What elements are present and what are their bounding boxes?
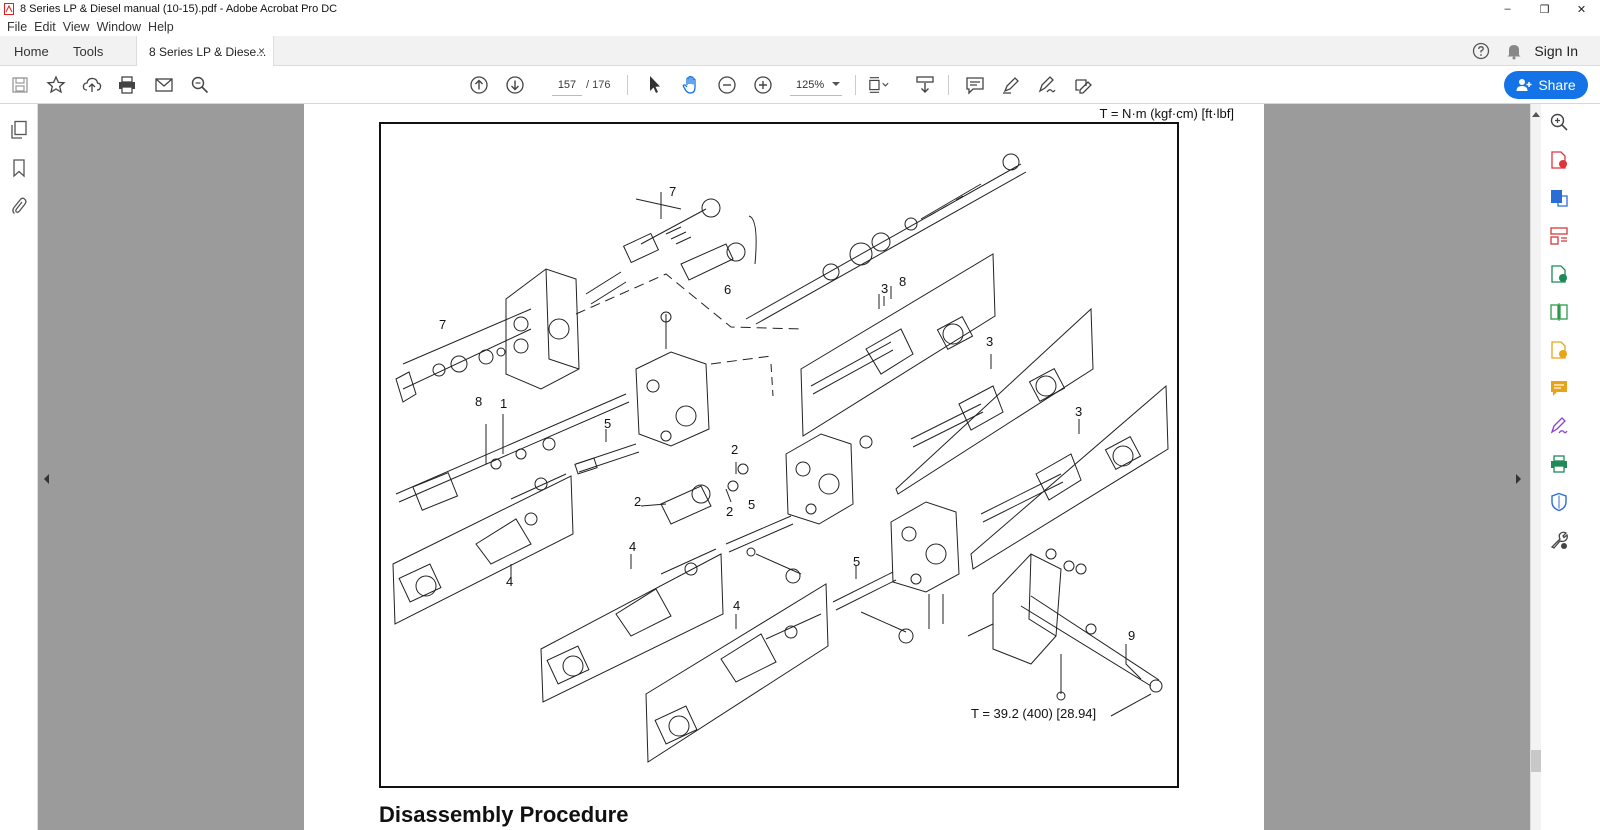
section-heading: Disassembly Procedure [379,802,629,827]
vertical-scrollbar[interactable] [1531,104,1541,830]
callout-5-lower: 5 [853,554,860,569]
share-button[interactable]: Share [1504,71,1588,99]
tab-bar: Home Tools 8 Series LP & Diese... × Sign… [0,36,1600,67]
create-pdf-icon[interactable] [1549,188,1569,208]
highlight-pen-icon[interactable] [1000,74,1022,96]
callout-2-left: 2 [634,494,641,509]
close-tab-button[interactable]: × [258,44,265,58]
page-number-input[interactable]: 157 [552,74,582,96]
minimize-button[interactable]: – [1489,0,1526,18]
draw-signature-icon[interactable] [1036,74,1058,96]
callout-7-top: 7 [669,184,676,199]
bookmark-star-icon[interactable] [45,74,67,96]
scroll-mode-icon[interactable] [914,74,936,96]
cloud-upload-icon[interactable] [81,74,103,96]
comment-tool-icon[interactable] [1549,378,1569,398]
toolbar-divider [855,75,856,95]
zoom-in-icon[interactable] [752,74,774,96]
fill-sign-icon[interactable] [1549,340,1569,360]
page-total: / 176 [586,79,611,91]
torque-value-label: T = 39.2 (400) [28.94] [971,706,1096,721]
tab-document-label: 8 Series LP & Diese... [149,44,267,59]
callout-8-left: 8 [475,394,482,409]
zoom-out-icon[interactable] [716,74,738,96]
email-icon[interactable] [153,74,175,96]
left-navigation-rail [0,104,38,830]
tab-document[interactable]: 8 Series LP & Diese... × [136,36,274,67]
callout-4-middle: 4 [629,539,636,554]
hand-tool-icon[interactable] [680,74,702,96]
compare-files-icon[interactable] [1549,302,1569,322]
scrollbar-thumb[interactable] [1531,750,1541,772]
combine-files-icon[interactable] [1549,264,1569,284]
chevron-down-icon [832,82,840,86]
exploded-parts-diagram: 7 7 6 8 8 1 5 5 5 2 2 2 3 3 3 4 4 4 9 T … [379,122,1179,788]
callout-1: 1 [500,396,507,411]
scroll-up-arrow-icon[interactable] [1532,112,1540,117]
acrobat-app-icon [4,3,14,15]
next-page-icon[interactable] [504,74,526,96]
sign-in-link[interactable]: Sign In [1534,43,1578,59]
control-valve-exploded-view: 7 7 6 8 8 1 5 5 5 2 2 2 3 3 3 4 4 4 9 T … [392,153,1169,763]
help-icon[interactable] [1472,42,1490,60]
callout-3-middle: 3 [986,334,993,349]
collapse-left-panel-icon[interactable] [44,474,49,484]
document-viewer[interactable]: T = N·m (kgf·cm) [ft·lbf] 7 7 6 8 8 1 5 … [38,104,1530,830]
zoom-search-icon[interactable] [1549,112,1569,132]
callout-7-left: 7 [439,317,446,332]
request-signature-icon[interactable] [1549,416,1569,436]
menu-view[interactable]: View [63,20,90,34]
edit-pdf-icon[interactable] [1072,74,1094,96]
torque-units-note: T = N·m (kgf·cm) [ft·lbf] [1099,106,1234,121]
protect-shield-icon[interactable] [1549,492,1569,512]
collapse-right-panel-icon[interactable] [1516,474,1521,484]
callout-4-bottom: 4 [733,598,740,613]
comment-icon[interactable] [964,74,986,96]
page-fit-icon[interactable] [868,74,890,96]
zoom-level-value: 125% [796,78,825,91]
callout-6: 6 [724,282,731,297]
save-icon[interactable] [9,74,31,96]
menu-window[interactable]: Window [97,20,141,34]
menu-bar: File Edit View Window Help [0,18,1600,36]
callout-9: 9 [1128,628,1135,643]
menu-edit[interactable]: Edit [34,20,56,34]
export-pdf-icon[interactable] [1549,150,1569,170]
previous-page-icon[interactable] [468,74,490,96]
more-tools-wrench-icon[interactable] [1549,530,1569,550]
organize-pages-icon[interactable] [1549,226,1569,246]
right-tools-rail [1530,104,1600,830]
print-production-icon[interactable] [1549,454,1569,474]
tab-tools[interactable]: Tools [73,36,103,66]
select-cursor-icon[interactable] [644,74,666,96]
toolbar-divider [948,75,949,95]
toolbar-divider [627,75,628,95]
callout-3-bottom: 3 [1075,404,1082,419]
callout-8-top: 8 [899,274,906,289]
main-toolbar: 157 / 176 125% Share [0,66,1600,104]
window-title: 8 Series LP & Diesel manual (10-15).pdf … [20,3,338,15]
attachments-paperclip-icon[interactable] [9,196,29,216]
pdf-page: T = N·m (kgf·cm) [ft·lbf] 7 7 6 8 8 1 5 … [304,104,1264,830]
callout-2-upper: 2 [731,442,738,457]
menu-help[interactable]: Help [148,20,174,34]
callout-2-lower: 2 [726,504,733,519]
page-thumbnails-icon[interactable] [9,120,29,140]
add-user-icon [1516,79,1532,91]
zoom-level-dropdown[interactable]: 125% [790,74,842,96]
share-button-label: Share [1538,77,1576,93]
notifications-bell-icon[interactable] [1506,42,1522,60]
callout-3-top: 3 [881,281,888,296]
bookmarks-icon[interactable] [9,158,29,178]
callout-4-left: 4 [506,574,513,589]
find-text-icon[interactable] [189,74,211,96]
callout-5-upper: 5 [604,416,611,431]
tab-home[interactable]: Home [14,36,49,66]
restore-button[interactable]: ❐ [1526,0,1563,18]
title-bar: 8 Series LP & Diesel manual (10-15).pdf … [0,0,1600,18]
print-icon[interactable] [116,74,138,96]
callout-5-middle: 5 [748,497,755,512]
menu-file[interactable]: File [7,20,27,34]
close-window-button[interactable]: ✕ [1563,0,1600,18]
